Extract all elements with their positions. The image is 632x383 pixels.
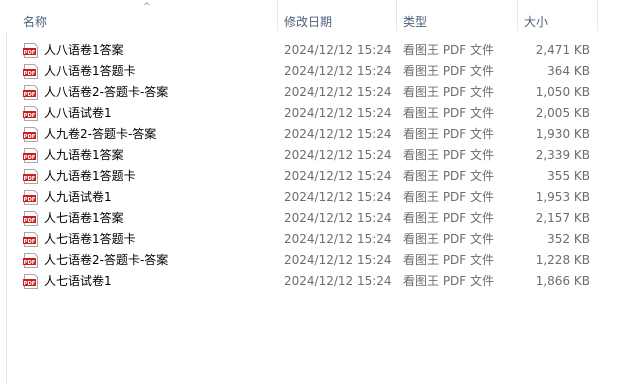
file-size: 1,930 KB <box>535 127 590 141</box>
file-modified-date: 2024/12/12 15:24 <box>284 43 392 57</box>
column-header-date[interactable]: 修改日期 <box>278 0 397 31</box>
column-header-bar: ^ 名称 修改日期 类型 大小 <box>6 0 632 31</box>
sort-ascending-icon: ^ <box>143 2 151 12</box>
file-list: PDF 人八语卷1答案 2024/12/12 15:24 看图王 PDF 文件 2,47… <box>6 40 632 292</box>
file-explorer: ^ 名称 修改日期 类型 大小 PDF 人八语卷1答案 2024/12/12 15:… <box>0 0 632 383</box>
file-type: 看图王 PDF 文件 <box>403 106 495 120</box>
file-modified-date: 2024/12/12 15:24 <box>284 106 392 120</box>
file-modified-date: 2024/12/12 15:24 <box>284 253 392 267</box>
file-type: 看图王 PDF 文件 <box>403 148 495 162</box>
pdf-icon-label: PDF <box>24 113 36 119</box>
file-name: 人九语试卷1 <box>44 190 112 204</box>
file-name: 人七语试卷1 <box>44 274 112 288</box>
file-size: 2,471 KB <box>535 43 590 57</box>
file-name: 人七语卷2-答题卡-答案 <box>44 253 169 267</box>
file-row[interactable]: PDF 人七语试卷1 2024/12/12 15:24 看图王 PDF 文件 1,866… <box>6 271 632 292</box>
file-type: 看图王 PDF 文件 <box>403 190 495 204</box>
pdf-icon-label: PDF <box>24 50 36 56</box>
file-size: 355 KB <box>547 169 590 183</box>
file-name: 人九语卷1答案 <box>44 148 124 162</box>
column-header-type-label: 类型 <box>403 15 428 29</box>
file-row[interactable]: PDF 人七语卷2-答题卡-答案 2024/12/12 15:24 看图王 PDF 文… <box>6 250 632 271</box>
file-size: 1,228 KB <box>535 253 590 267</box>
file-type: 看图王 PDF 文件 <box>403 253 495 267</box>
pdf-file-icon: PDF <box>23 85 38 100</box>
file-type: 看图王 PDF 文件 <box>403 127 495 141</box>
file-modified-date: 2024/12/12 15:24 <box>284 64 392 78</box>
pdf-file-icon: PDF <box>23 106 38 121</box>
file-row[interactable]: PDF 人八语卷1答案 2024/12/12 15:24 看图王 PDF 文件 2,47… <box>6 40 632 61</box>
file-size: 2,339 KB <box>535 148 590 162</box>
file-name: 人八语卷1答题卡 <box>44 64 136 78</box>
pdf-file-icon: PDF <box>23 127 38 142</box>
pdf-file-icon: PDF <box>23 211 38 226</box>
file-row[interactable]: PDF 人八语卷1答题卡 2024/12/12 15:24 看图王 PDF 文件 364… <box>6 61 632 82</box>
column-header-date-label: 修改日期 <box>284 15 333 29</box>
file-modified-date: 2024/12/12 15:24 <box>284 169 392 183</box>
file-name: 人八语卷2-答题卡-答案 <box>44 85 169 99</box>
pdf-icon-label: PDF <box>24 281 36 287</box>
file-modified-date: 2024/12/12 15:24 <box>284 211 392 225</box>
file-type: 看图王 PDF 文件 <box>403 274 495 288</box>
file-row[interactable]: PDF 人九语卷1答案 2024/12/12 15:24 看图王 PDF 文件 2,33… <box>6 145 632 166</box>
column-header-name[interactable]: ^ 名称 <box>6 0 278 31</box>
file-row[interactable]: PDF 人九语卷1答题卡 2024/12/12 15:24 看图王 PDF 文件 355… <box>6 166 632 187</box>
pdf-icon-label: PDF <box>24 260 36 266</box>
file-name: 人七语卷1答案 <box>44 211 124 225</box>
pdf-file-icon: PDF <box>23 169 38 184</box>
file-size: 2,157 KB <box>535 211 590 225</box>
pdf-file-icon: PDF <box>23 43 38 58</box>
column-header-name-label: 名称 <box>23 15 48 29</box>
pdf-icon-label: PDF <box>24 239 36 245</box>
file-type: 看图王 PDF 文件 <box>403 232 495 246</box>
file-row[interactable]: PDF 人七语卷1答案 2024/12/12 15:24 看图王 PDF 文件 2,15… <box>6 208 632 229</box>
pdf-file-icon: PDF <box>23 148 38 163</box>
file-name: 人八语试卷1 <box>44 106 112 120</box>
file-name: 人九语卷1答题卡 <box>44 169 136 183</box>
column-header-size[interactable]: 大小 <box>518 0 598 31</box>
file-size: 1,866 KB <box>535 274 590 288</box>
pdf-file-icon: PDF <box>23 232 38 247</box>
file-modified-date: 2024/12/12 15:24 <box>284 190 392 204</box>
file-row[interactable]: PDF 人九卷2-答题卡-答案 2024/12/12 15:24 看图王 PDF 文件… <box>6 124 632 145</box>
column-header-size-label: 大小 <box>524 15 549 29</box>
file-modified-date: 2024/12/12 15:24 <box>284 127 392 141</box>
file-size: 2,005 KB <box>535 106 590 120</box>
pdf-icon-label: PDF <box>24 197 36 203</box>
pdf-icon-label: PDF <box>24 71 36 77</box>
file-name: 人八语卷1答案 <box>44 43 124 57</box>
file-row[interactable]: PDF 人七语卷1答题卡 2024/12/12 15:24 看图王 PDF 文件 352… <box>6 229 632 250</box>
file-type: 看图王 PDF 文件 <box>403 64 495 78</box>
file-row[interactable]: PDF 人八语试卷1 2024/12/12 15:24 看图王 PDF 文件 2,005… <box>6 103 632 124</box>
file-size: 352 KB <box>547 232 590 246</box>
pdf-file-icon: PDF <box>23 253 38 268</box>
file-name: 人七语卷1答题卡 <box>44 232 136 246</box>
pdf-icon-label: PDF <box>24 92 36 98</box>
pdf-file-icon: PDF <box>23 274 38 289</box>
file-modified-date: 2024/12/12 15:24 <box>284 148 392 162</box>
file-size: 364 KB <box>547 64 590 78</box>
column-header-type[interactable]: 类型 <box>397 0 518 31</box>
file-type: 看图王 PDF 文件 <box>403 211 495 225</box>
file-name: 人九卷2-答题卡-答案 <box>44 127 157 141</box>
file-row[interactable]: PDF 人九语试卷1 2024/12/12 15:24 看图王 PDF 文件 1,953… <box>6 187 632 208</box>
pdf-icon-label: PDF <box>24 176 36 182</box>
file-size: 1,953 KB <box>535 190 590 204</box>
file-modified-date: 2024/12/12 15:24 <box>284 274 392 288</box>
file-modified-date: 2024/12/12 15:24 <box>284 85 392 99</box>
file-row[interactable]: PDF 人八语卷2-答题卡-答案 2024/12/12 15:24 看图王 PDF 文… <box>6 82 632 103</box>
file-type: 看图王 PDF 文件 <box>403 43 495 57</box>
pdf-icon-label: PDF <box>24 155 36 161</box>
pdf-file-icon: PDF <box>23 64 38 79</box>
file-type: 看图王 PDF 文件 <box>403 85 495 99</box>
file-type: 看图王 PDF 文件 <box>403 169 495 183</box>
pdf-icon-label: PDF <box>24 218 36 224</box>
file-modified-date: 2024/12/12 15:24 <box>284 232 392 246</box>
pdf-icon-label: PDF <box>24 134 36 140</box>
pdf-file-icon: PDF <box>23 190 38 205</box>
file-size: 1,050 KB <box>535 85 590 99</box>
